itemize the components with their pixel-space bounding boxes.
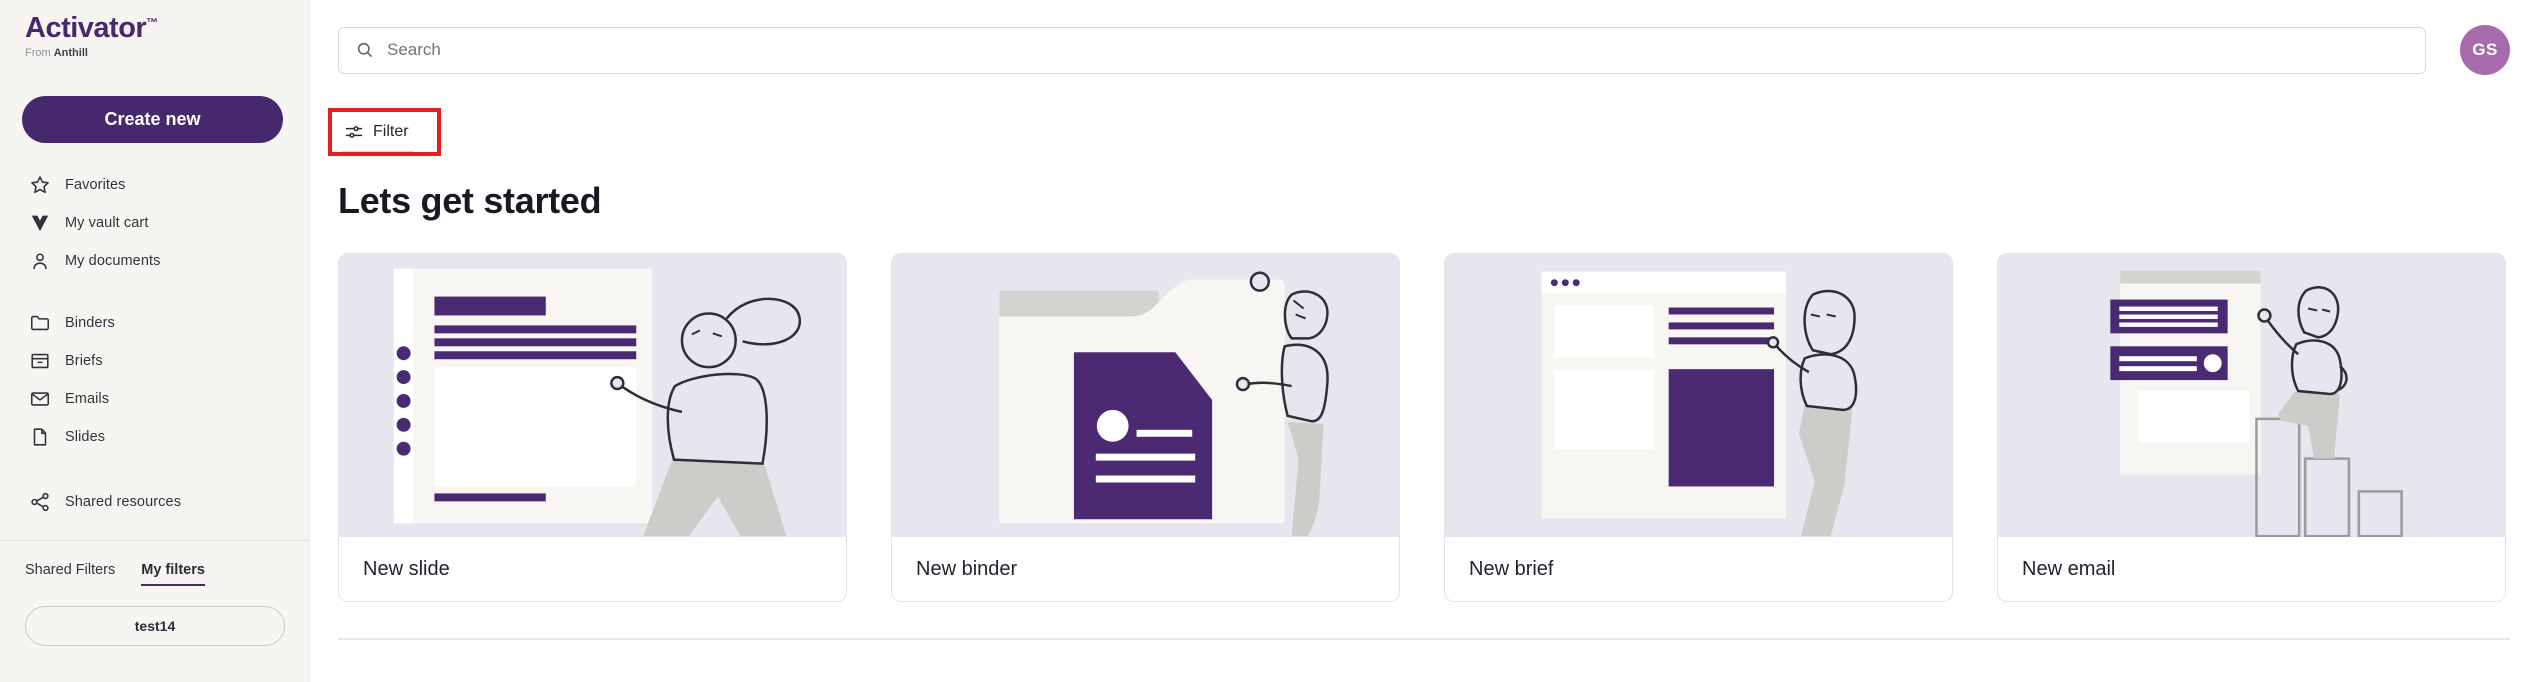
sidebar-item-label: Emails	[65, 391, 109, 407]
filter-button[interactable]: Filter	[342, 116, 413, 152]
share-icon	[29, 491, 51, 513]
sidebar-item-binders[interactable]: Binders	[0, 304, 309, 342]
card-label: New email	[1998, 537, 2505, 601]
sidebar-divider	[0, 540, 309, 541]
new-binder-illustration	[892, 254, 1399, 537]
new-slide-illustration	[339, 254, 846, 537]
card-new-binder[interactable]: New binder	[891, 253, 1400, 602]
sidebar-item-shared-resources[interactable]: Shared resources	[0, 483, 309, 521]
star-icon	[29, 174, 51, 196]
tagline-prefix: From	[25, 47, 51, 59]
folder-icon	[29, 312, 51, 334]
sidebar-nav-primary: Favorites My vault cart My documents	[0, 166, 309, 280]
envelope-icon	[29, 388, 51, 410]
sidebar-item-label: My vault cart	[65, 215, 149, 231]
sidebar-item-label: Favorites	[65, 177, 126, 193]
search-icon	[355, 40, 375, 60]
main-content: GS Filter Lets get started	[310, 0, 2522, 682]
sidebar-item-briefs[interactable]: Briefs	[0, 342, 309, 380]
logo-tagline: From Anthill	[25, 47, 309, 59]
person-icon	[29, 250, 51, 272]
section-divider	[338, 638, 2510, 640]
new-email-illustration	[1998, 254, 2505, 537]
create-new-button[interactable]: Create new	[22, 96, 283, 143]
top-bar: GS	[338, 25, 2510, 75]
sidebar-nav-shared: Shared resources	[0, 483, 309, 521]
filter-button-label: Filter	[373, 123, 409, 141]
tab-shared-filters[interactable]: Shared Filters	[25, 562, 115, 586]
new-brief-illustration	[1445, 254, 1952, 537]
card-label: New slide	[339, 537, 846, 601]
sidebar: Activator™ From Anthill Create new Favor…	[0, 0, 310, 682]
sidebar-item-favorites[interactable]: Favorites	[0, 166, 309, 204]
archive-box-icon	[29, 350, 51, 372]
tagline-brand: Anthill	[54, 47, 88, 59]
filter-tabs: Shared Filters My filters	[25, 562, 309, 586]
card-label: New binder	[892, 537, 1399, 601]
card-new-email[interactable]: New email	[1997, 253, 2506, 602]
logo: Activator™ From Anthill	[0, 0, 309, 59]
sidebar-item-label: Briefs	[65, 353, 103, 369]
sidebar-item-my-documents[interactable]: My documents	[0, 242, 309, 280]
user-avatar[interactable]: GS	[2460, 25, 2510, 75]
sidebar-item-slides[interactable]: Slides	[0, 418, 309, 456]
saved-filter-chip[interactable]: test14	[25, 606, 285, 646]
quick-create-cards: New slide	[338, 253, 2510, 602]
sidebar-item-label: Binders	[65, 315, 115, 331]
search-input[interactable]	[387, 40, 2425, 60]
sidebar-nav-library: Binders Briefs Emails Slides	[0, 304, 309, 456]
card-new-slide[interactable]: New slide	[338, 253, 847, 602]
logo-title: Activator™	[25, 13, 309, 45]
logo-text: Activator	[25, 12, 146, 44]
search-box	[338, 27, 2426, 74]
tab-my-filters[interactable]: My filters	[141, 562, 205, 586]
sidebar-item-my-vault-cart[interactable]: My vault cart	[0, 204, 309, 242]
card-label: New brief	[1445, 537, 1952, 601]
trademark-symbol: ™	[146, 15, 158, 29]
file-icon	[29, 426, 51, 448]
sliders-filter-icon	[344, 122, 364, 142]
sidebar-item-label: Slides	[65, 429, 105, 445]
annotation-highlight-box: Filter	[328, 108, 441, 156]
app-window: Activator™ From Anthill Create new Favor…	[0, 0, 2522, 682]
page-title: Lets get started	[338, 180, 2510, 222]
sidebar-item-emails[interactable]: Emails	[0, 380, 309, 418]
sidebar-item-label: Shared resources	[65, 494, 181, 510]
card-new-brief[interactable]: New brief	[1444, 253, 1953, 602]
vault-icon	[29, 212, 51, 234]
sidebar-item-label: My documents	[65, 253, 161, 269]
